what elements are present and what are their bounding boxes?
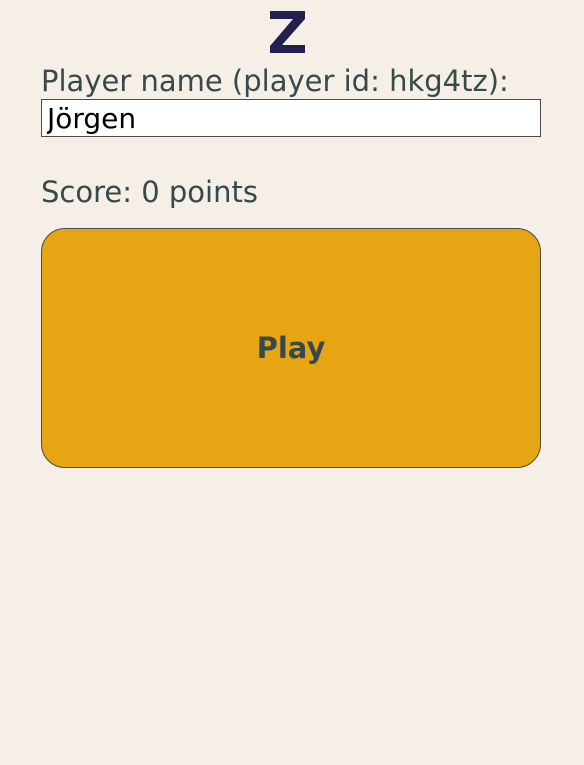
z-logo-icon: [270, 11, 305, 53]
score-text: Score: 0 points: [41, 175, 258, 209]
play-button[interactable]: Play: [41, 228, 541, 468]
player-name-input[interactable]: [41, 99, 541, 137]
player-name-label: Player name (player id: hkg4tz):: [41, 64, 509, 98]
play-button-label: Play: [256, 331, 326, 365]
